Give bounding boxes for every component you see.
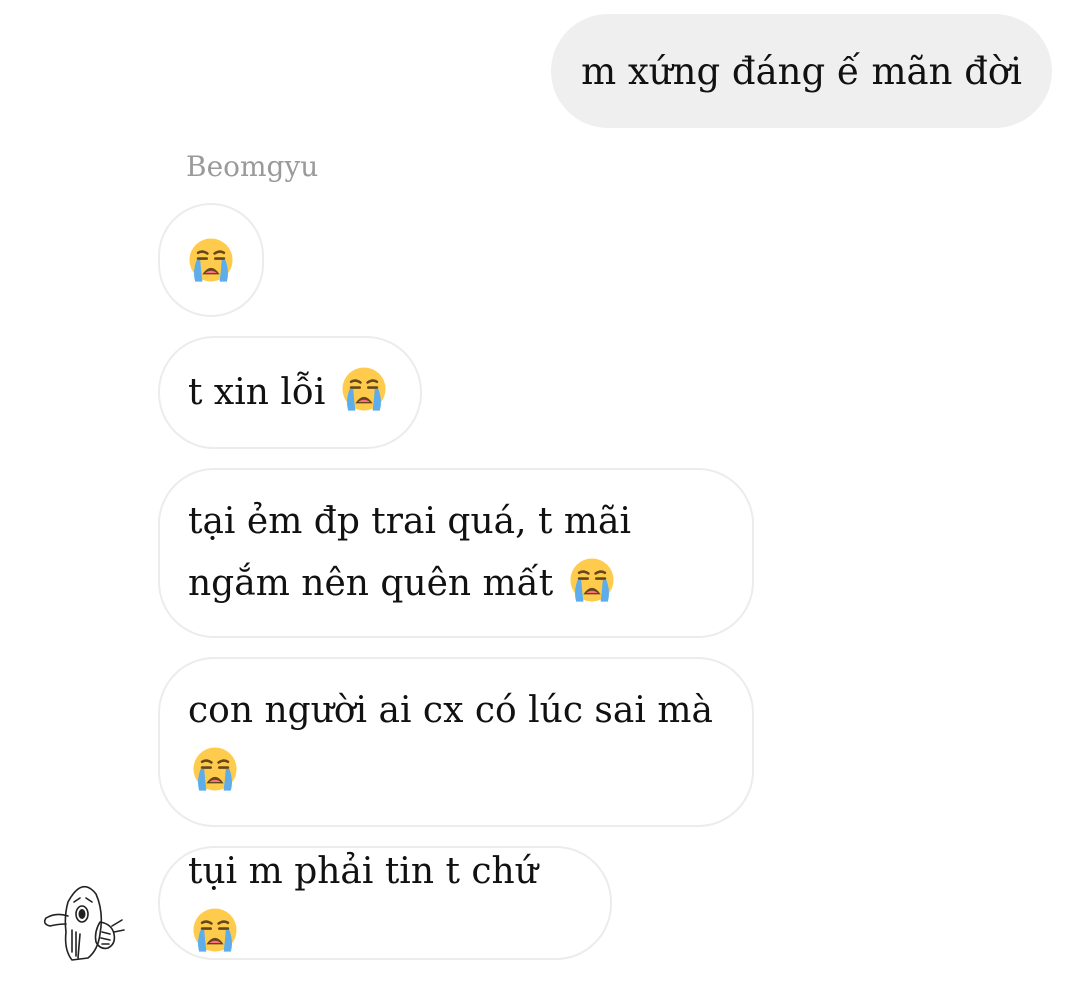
loudly-crying-face-icon <box>569 557 615 603</box>
incoming-message-text: t xin lỗi <box>188 362 387 424</box>
loudly-crying-face-icon <box>341 366 387 412</box>
sketch-avatar-icon <box>43 885 125 961</box>
incoming-message-bubble[interactable]: con người ai cx có lúc sai mà <box>158 657 754 827</box>
chat-thread: m xứng đáng ế mãn đời Beomgyu t xin lỗi … <box>0 0 1080 981</box>
outgoing-message-text: m xứng đáng ế mãn đời <box>581 49 1022 93</box>
incoming-message-bubble[interactable] <box>158 203 264 317</box>
sender-name: Beomgyu <box>186 150 319 183</box>
sender-avatar[interactable] <box>38 872 132 966</box>
loudly-crying-face-icon <box>188 237 234 283</box>
incoming-message-bubble[interactable]: tại ẻm đp trai quá, t mãi ngắm nên quên … <box>158 468 754 638</box>
loudly-crying-face-icon <box>192 907 238 953</box>
incoming-message-bubble[interactable]: t xin lỗi <box>158 336 422 449</box>
incoming-message-text: tụi m phải tin t chứ <box>188 841 582 965</box>
loudly-crying-face-icon <box>192 746 238 792</box>
incoming-message-bubble[interactable]: tụi m phải tin t chứ <box>158 846 612 960</box>
incoming-message-text: tại ẻm đp trai quá, t mãi ngắm nên quên … <box>188 501 643 604</box>
incoming-message-text: con người ai cx có lúc sai mà <box>188 680 724 804</box>
outgoing-message-bubble[interactable]: m xứng đáng ế mãn đời <box>551 14 1052 128</box>
